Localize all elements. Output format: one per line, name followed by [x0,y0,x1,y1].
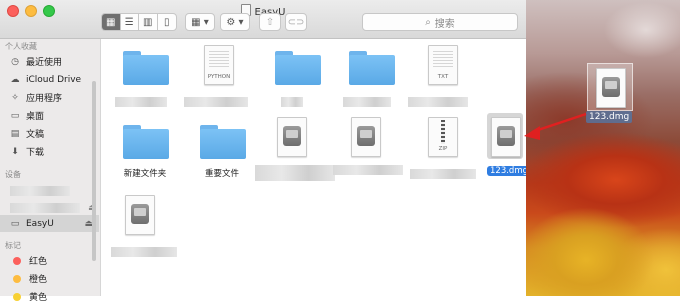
redacted-text [10,185,70,196]
tag-color-dot [13,274,21,283]
sidebar-item-easyu[interactable]: ▭ EasyU ⏏ [0,215,99,232]
folder-icon [123,51,169,85]
redacted-text [10,202,80,213]
dmg-file-icon [125,195,155,235]
sidebar-item-label: 文稿 [26,130,45,140]
sidebar-item-label: EasyU [26,218,54,229]
file-item[interactable] [107,45,171,115]
sidebar-scrollbar[interactable] [92,81,96,261]
column-view-icon[interactable]: ▥ [139,14,158,30]
redacted-text [333,165,403,175]
dmg-file-icon [277,117,307,157]
sidebar-item-label: 黄色 [29,293,48,303]
folder-icon [123,125,169,159]
share-icon: ⇧ [265,16,275,28]
gear-icon: ⚙ ▾ [226,16,244,28]
sidebar-item-label: 橙色 [29,275,48,285]
document-icon: ▤ [10,128,20,139]
redacted-text [255,165,335,181]
sidebar-section-favorites: 个人收藏 [5,42,37,51]
tag-color-dot [13,292,21,301]
share-button[interactable]: ⇧ [259,13,281,31]
file-item[interactable] [333,45,397,115]
search-icon: ⌕ [425,16,431,28]
arrange-button[interactable]: ▦ ▾ [185,13,215,31]
sidebar-item-desktop[interactable]: ▭ 桌面 [0,107,99,124]
coverflow-view-icon[interactable]: ▯ [158,14,176,30]
view-mode-control: ▦ ☰ ▥ ▯ [101,13,177,31]
list-view-icon[interactable]: ☰ [121,14,139,30]
arrow-head [524,126,540,140]
file-kind: TXT [437,74,449,80]
sidebar-item-label: iCloud Drive [26,74,82,85]
redacted-text [111,247,177,257]
icon-view-icon[interactable]: ▦ [102,14,121,30]
cloud-icon: ☁ [10,74,20,85]
redacted-text [408,97,468,107]
file-item[interactable]: PYTHON [184,45,248,115]
clock-icon: ◷ [11,56,19,67]
python-file-icon: PYTHON [204,45,234,85]
title-bar: EasyU ▦ ☰ ▥ ▯ ▦ ▾ ⚙ ▾ ⇧ ⊂⊃ ⌕搜索 [0,0,526,39]
file-label: 新建文件夹 [123,169,167,179]
action-button[interactable]: ⚙ ▾ [220,13,250,31]
file-label: 重要文件 [204,169,239,179]
folder-icon [275,51,321,85]
sidebar-item-applications[interactable]: ✧ 应用程序 [0,89,99,106]
tag-button[interactable]: ⊂⊃ [285,13,307,31]
sidebar-section-devices: 设备 [5,170,21,179]
folder-icon [200,125,246,159]
file-item[interactable]: 重要文件 [184,119,248,179]
file-grid: PYTHON TXT 新建文件夹 重要文件 ZIP 123.dmg [101,39,531,296]
sidebar-item-device-hidden[interactable]: ⏏ [0,199,99,216]
sidebar-item-tag-yellow[interactable]: 黄色 [0,288,99,305]
tag-color-dot [13,256,21,265]
file-item[interactable]: TXT [406,45,470,115]
file-label: 123.dmg [487,166,531,176]
file-kind: ZIP [438,146,448,152]
applications-icon: ✧ [11,92,19,103]
sidebar-item-label: 最近使用 [26,58,63,68]
file-item[interactable] [333,117,403,187]
redacted-text [115,97,167,107]
redacted-text [343,97,391,107]
file-item[interactable] [107,195,177,265]
desktop-icon: ▭ [10,110,20,121]
folder-icon [349,51,395,85]
redacted-text [281,97,303,107]
sidebar: 个人收藏 ◷ 最近使用 ☁ iCloud Drive ✧ 应用程序 ▭ 桌面 ▤ 文稿 ⬇… [0,39,101,303]
redacted-text [184,97,248,107]
sidebar-item-downloads[interactable]: ⬇ 下载 [0,143,99,160]
file-kind: PYTHON [207,74,231,80]
sidebar-item-device-hidden[interactable] [0,182,99,199]
sidebar-item-documents[interactable]: ▤ 文稿 [0,125,99,142]
finder-window: EasyU ▦ ☰ ▥ ▯ ▦ ▾ ⚙ ▾ ⇧ ⊂⊃ ⌕搜索 个人收藏 ◷ 最近使… [0,0,531,303]
zip-file-icon: ZIP [428,117,458,157]
sidebar-item-label: 应用程序 [26,94,63,104]
download-icon: ⬇ [11,146,19,157]
file-item[interactable] [259,45,323,115]
sidebar-item-tag-orange[interactable]: 橙色 [0,270,99,287]
tag-icon: ⊂⊃ [287,16,305,28]
sidebar-item-label: 桌面 [26,112,45,122]
sidebar-item-label: 下载 [26,148,45,158]
search-input[interactable]: ⌕ 搜索 [362,13,518,31]
dmg-file-icon [351,117,381,157]
redacted-text [410,169,476,179]
file-item[interactable]: ZIP [406,117,476,187]
sidebar-item-tag-red[interactable]: 红色 [0,252,99,269]
file-item[interactable] [255,117,335,187]
sidebar-section-tags: 标记 [5,241,21,250]
disk-icon: ▭ [10,218,20,229]
sidebar-item-label: 红色 [29,257,48,267]
annotation-arrow [524,112,587,140]
text-file-icon: TXT [428,45,458,85]
arrow-shaft [531,112,587,134]
grid-arrange-icon: ▦ ▾ [191,16,209,28]
search-placeholder: 搜索 [434,18,455,30]
file-item[interactable]: 新建文件夹 [107,119,171,179]
sidebar-item-icloud[interactable]: ☁ iCloud Drive [0,71,99,88]
sidebar-item-recents[interactable]: ◷ 最近使用 [0,53,99,70]
